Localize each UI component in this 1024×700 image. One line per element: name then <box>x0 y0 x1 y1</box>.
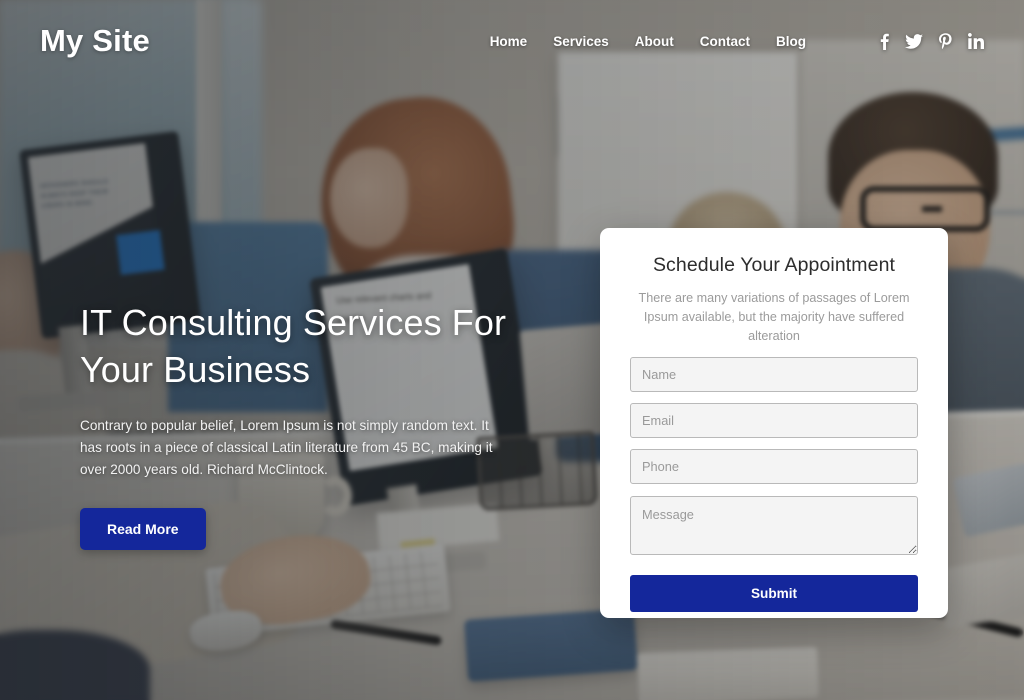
message-textarea[interactable] <box>630 496 918 556</box>
main-navigation: Home Services About Contact Blog <box>490 32 984 50</box>
nav-item-contact[interactable]: Contact <box>700 34 750 49</box>
phone-input[interactable] <box>630 449 918 485</box>
nav-item-blog[interactable]: Blog <box>776 34 806 49</box>
hero-title: IT Consulting Services For Your Business <box>80 302 507 390</box>
site-logo[interactable]: My Site <box>40 23 150 59</box>
facebook-icon[interactable] <box>880 33 889 50</box>
name-input[interactable] <box>630 357 918 393</box>
social-links <box>880 32 984 50</box>
submit-button[interactable]: Submit <box>630 575 918 613</box>
pinterest-icon[interactable] <box>939 32 952 50</box>
form-title: Schedule Your Appointment <box>652 254 896 276</box>
site-header: My Site Home Services About Contact Blog <box>0 0 1024 82</box>
hero-section: DESIGNERS SHOULD ALWAYS KEEP THEIR USERS… <box>0 0 1024 700</box>
appointment-form-card: Schedule Your Appointment There are many… <box>600 228 948 618</box>
form-subtitle: There are many variations of passages of… <box>638 291 910 344</box>
nav-item-services[interactable]: Services <box>553 34 609 49</box>
linkedin-icon[interactable] <box>968 33 984 49</box>
nav-item-home[interactable]: Home <box>490 34 528 49</box>
read-more-button[interactable]: Read More <box>80 507 206 550</box>
nav-item-about[interactable]: About <box>635 34 674 49</box>
hero-paragraph: Contrary to popular belief, Lorem Ipsum … <box>80 417 493 477</box>
email-input[interactable] <box>630 403 918 439</box>
twitter-icon[interactable] <box>905 33 923 49</box>
hero-content: IT Consulting Services For Your Business… <box>80 300 510 550</box>
